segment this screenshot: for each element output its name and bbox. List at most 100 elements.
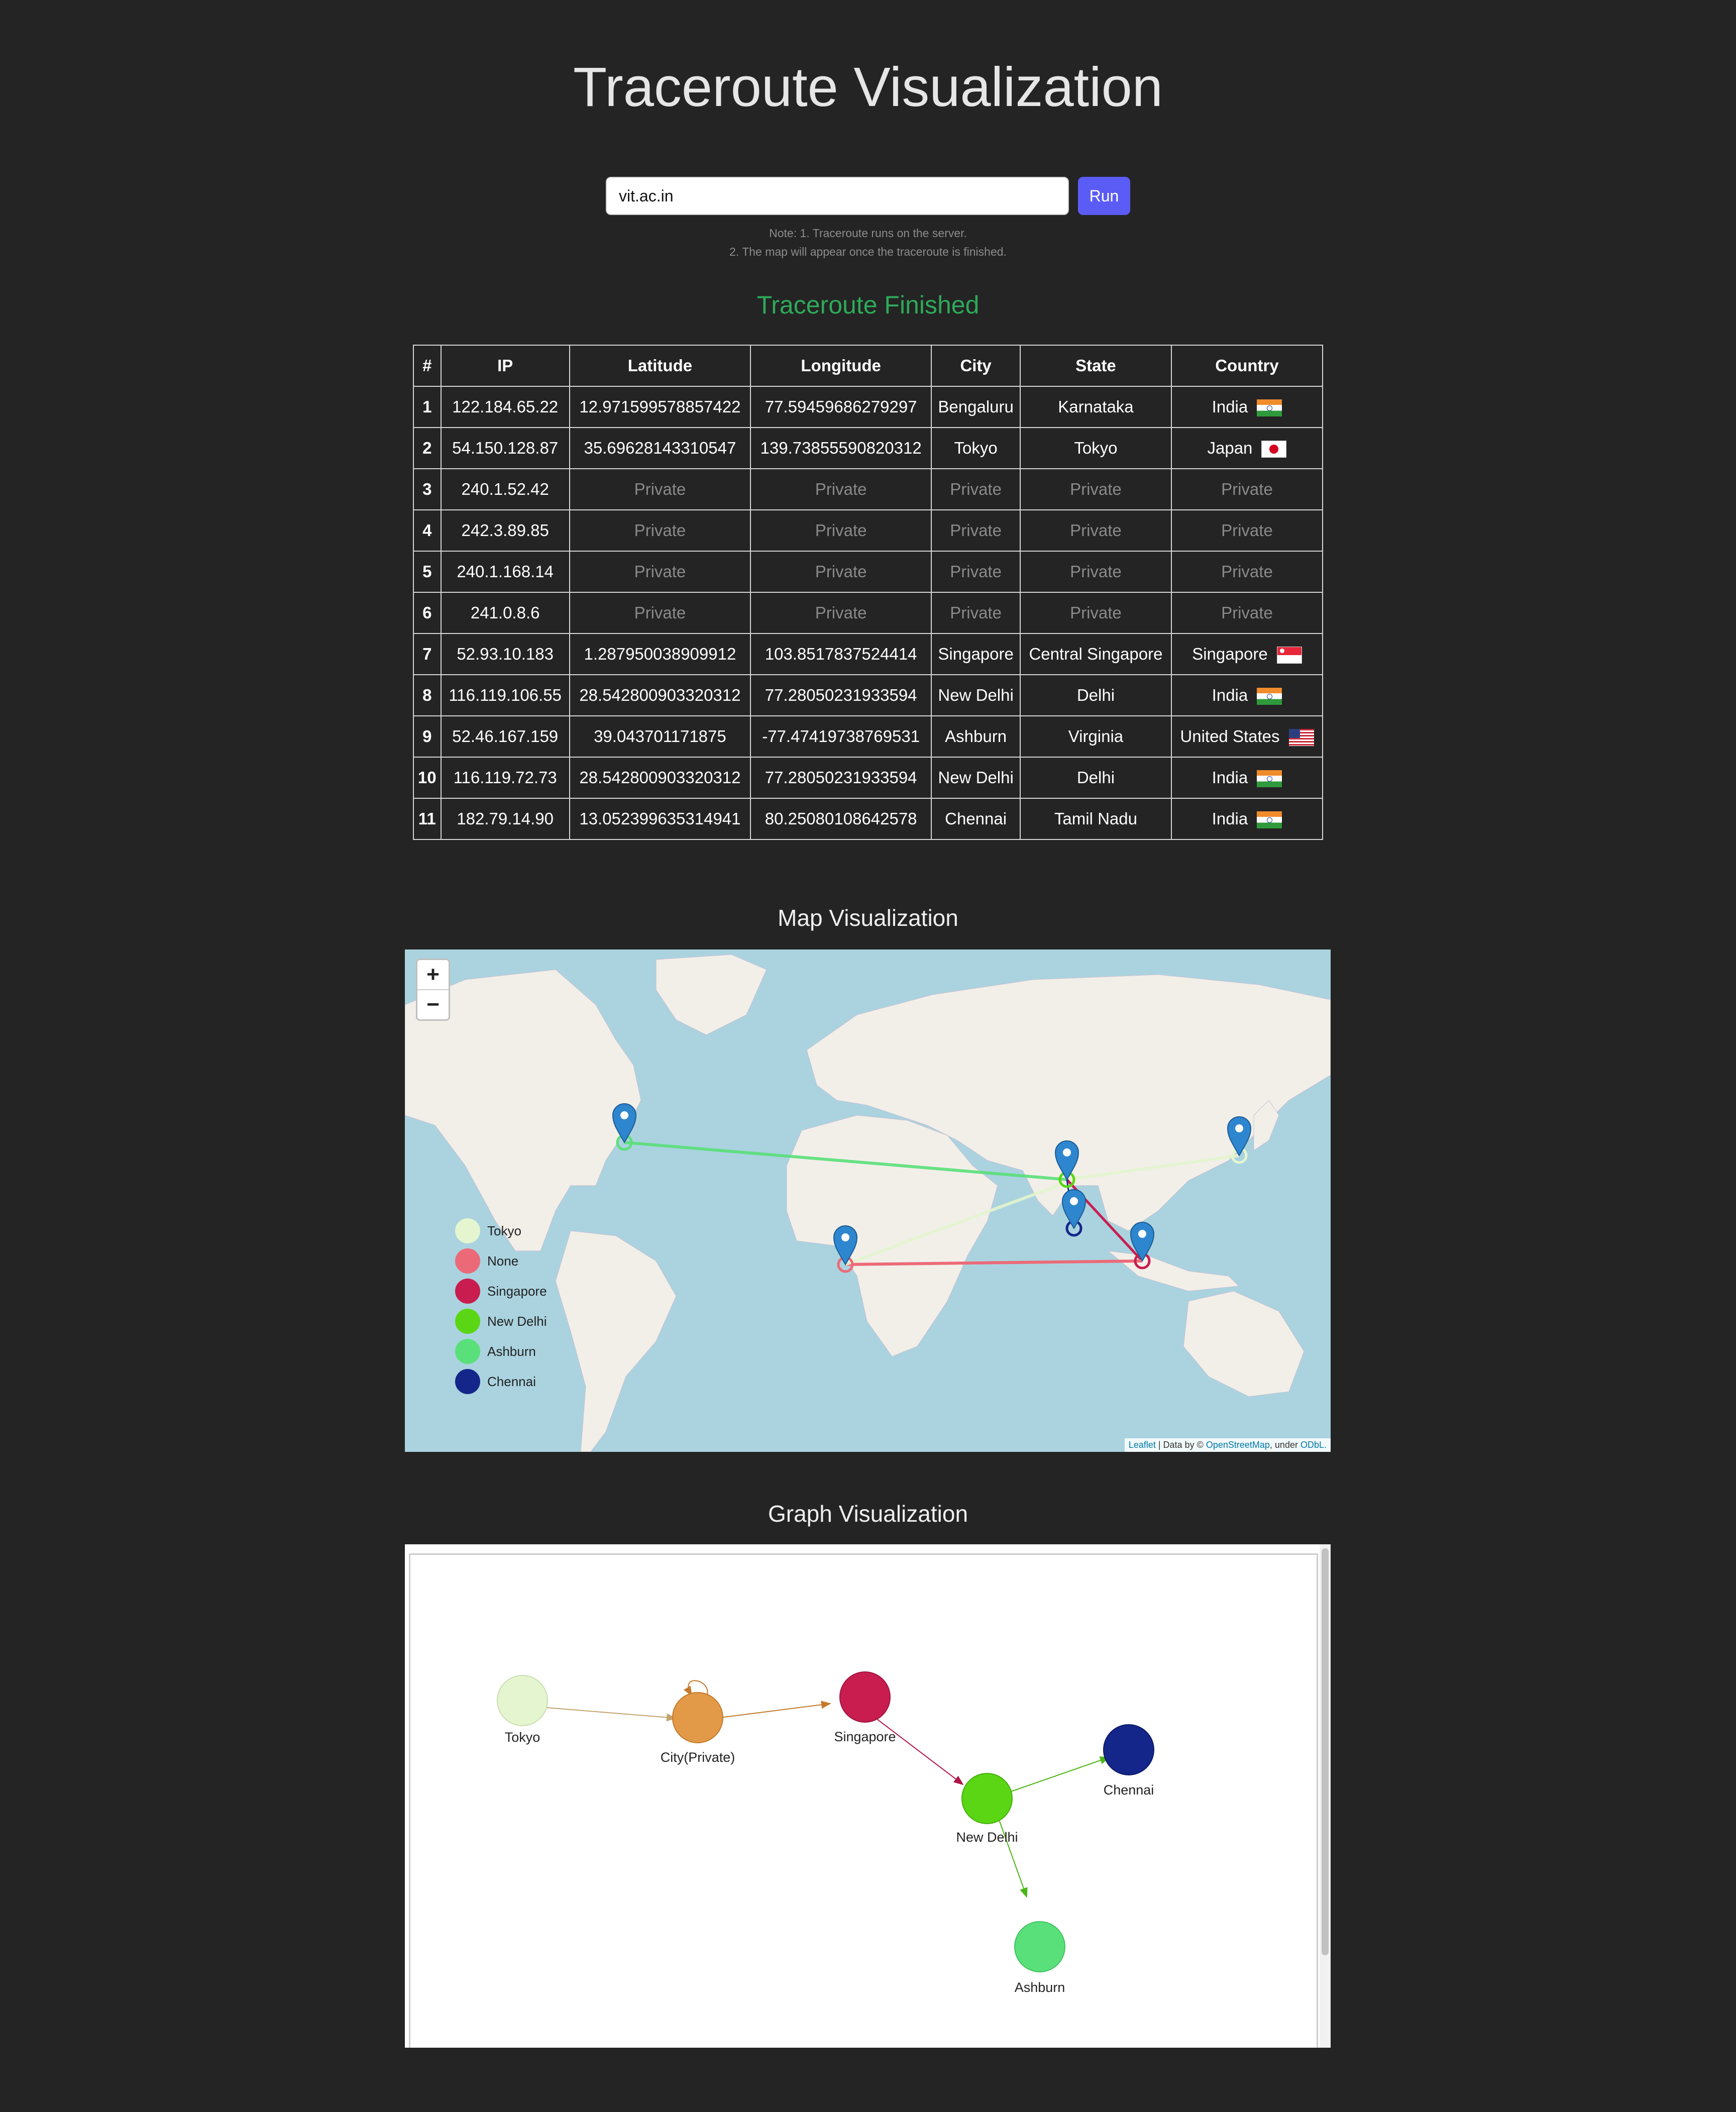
- graph-node-singapore[interactable]: [839, 1671, 891, 1723]
- graph-scrollbar[interactable]: [1320, 1544, 1331, 2048]
- graph-node-label: Chennai: [1104, 1782, 1154, 1798]
- graph-edge: [998, 1817, 1028, 1898]
- cell-longitude: Private: [750, 592, 932, 634]
- table-row: 9 52.46.167.159 39.043701171875 -77.4741…: [413, 715, 1324, 758]
- legend-label: Tokyo: [487, 1223, 521, 1238]
- osm-link[interactable]: OpenStreetMap: [1206, 1440, 1270, 1450]
- legend-item: Chennai: [455, 1366, 547, 1397]
- cell-country: Singapore: [1170, 633, 1324, 675]
- cell-latitude: Private: [569, 468, 751, 510]
- cell-ip: 241.0.8.6: [440, 592, 570, 634]
- legend-item: New Delhi: [455, 1306, 547, 1336]
- legend-item: Tokyo: [455, 1216, 547, 1246]
- odbl-link[interactable]: ODbL.: [1300, 1440, 1327, 1450]
- cell-longitude: 77.28050231933594: [750, 757, 932, 799]
- run-button[interactable]: Run: [1078, 177, 1130, 215]
- cell-ip: 52.93.10.183: [440, 633, 570, 675]
- cell-ip: 240.1.52.42: [440, 468, 570, 510]
- cell-country: India: [1170, 386, 1324, 428]
- cell-state: Delhi: [1019, 674, 1172, 716]
- cell-longitude: Private: [750, 468, 932, 510]
- zoom-out-button[interactable]: −: [417, 989, 449, 1019]
- legend-swatch: [455, 1309, 480, 1334]
- country-name: United States: [1180, 726, 1280, 746]
- leaflet-link[interactable]: Leaflet: [1129, 1440, 1156, 1450]
- cell-num: 11: [413, 798, 442, 840]
- graph-node-private[interactable]: [672, 1692, 723, 1743]
- legend-item: Singapore: [455, 1276, 547, 1306]
- cell-ip: 240.1.168.14: [440, 551, 570, 593]
- note-line-1: Note: 1. Traceroute runs on the server.: [769, 227, 967, 240]
- cell-num: 2: [413, 427, 442, 469]
- page-title: Traceroute Visualization: [573, 56, 1163, 118]
- graph-edge: [1009, 1756, 1110, 1792]
- cell-latitude: 35.69628143310547: [569, 427, 751, 469]
- graph-section-title: Graph Visualization: [768, 1501, 968, 1527]
- legend-swatch: [455, 1218, 480, 1243]
- legend-label: None: [487, 1253, 519, 1269]
- cell-city: Tokyo: [931, 427, 1021, 469]
- graph-node-tokyo[interactable]: [497, 1675, 548, 1726]
- legend-label: Chennai: [487, 1374, 536, 1389]
- graph-node-chennai[interactable]: [1103, 1724, 1154, 1775]
- table-header-row: # IP Latitude Longitude City State Count…: [413, 345, 1324, 387]
- graph-canvas[interactable]: Tokyo City(Private) Singapore New Delhi …: [409, 1553, 1318, 2048]
- cell-num: 10: [413, 757, 442, 799]
- cell-longitude: 77.59459686279297: [750, 386, 932, 428]
- graph-node-new-delhi[interactable]: [961, 1773, 1013, 1824]
- cell-longitude: 77.28050231933594: [750, 674, 932, 716]
- us-flag-icon: [1288, 729, 1314, 747]
- cell-state: Central Singapore: [1019, 633, 1172, 675]
- graph-node-label: Singapore: [834, 1729, 896, 1744]
- legend-label: New Delhi: [487, 1313, 547, 1329]
- cell-city: Chennai: [931, 798, 1021, 840]
- scrollbar-thumb[interactable]: [1322, 1548, 1329, 1955]
- cell-city: Private: [931, 468, 1021, 510]
- cell-state: Karnataka: [1019, 386, 1172, 428]
- cell-city: New Delhi: [931, 674, 1021, 716]
- cell-latitude: 1.287950038909912: [569, 633, 751, 675]
- cell-ip: 116.119.106.55: [440, 674, 570, 716]
- cell-ip: 54.150.128.87: [440, 427, 570, 469]
- cell-country: Private: [1170, 551, 1324, 593]
- attribution-text: | Data by ©: [1155, 1440, 1206, 1450]
- cell-state: Private: [1019, 551, 1172, 593]
- table-row: 5 240.1.168.14 Private Private Private P…: [413, 551, 1324, 593]
- cell-longitude: -77.47419738769531: [750, 715, 932, 758]
- cell-city: Singapore: [931, 633, 1021, 675]
- cell-country: India: [1170, 757, 1324, 799]
- cell-num: 8: [413, 674, 442, 716]
- map-view[interactable]: + − Tokyo None Singapore New Delhi Ashbu…: [405, 949, 1331, 1452]
- map-legend: Tokyo None Singapore New Delhi Ashburn C…: [455, 1216, 547, 1397]
- cell-city: Ashburn: [931, 715, 1021, 758]
- cell-ip: 242.3.89.85: [440, 509, 570, 552]
- graph-node-label: Ashburn: [1015, 1980, 1065, 1995]
- legend-label: Ashburn: [487, 1343, 536, 1359]
- japan-flag-icon: [1261, 441, 1287, 458]
- map-section-title: Map Visualization: [778, 905, 958, 931]
- zoom-in-button[interactable]: +: [417, 960, 449, 989]
- column-header-country: Country: [1170, 345, 1324, 387]
- table-row: 3 240.1.52.42 Private Private Private Pr…: [413, 468, 1324, 510]
- legend-item: None: [455, 1246, 547, 1276]
- cell-latitude: 28.542800903320312: [569, 674, 751, 716]
- graph-node-ashburn[interactable]: [1014, 1921, 1065, 1972]
- country-name: Singapore: [1192, 644, 1268, 663]
- cell-state: Virginia: [1019, 715, 1172, 758]
- table-row: 4 242.3.89.85 Private Private Private Pr…: [413, 509, 1324, 552]
- legend-swatch: [455, 1339, 480, 1364]
- cell-country: United States: [1170, 715, 1324, 758]
- table-row: 1 122.184.65.22 12.971599578857422 77.59…: [413, 386, 1324, 428]
- column-header-city: City: [931, 345, 1021, 387]
- cell-country: Private: [1170, 468, 1324, 510]
- cell-ip: 116.119.72.73: [440, 757, 570, 799]
- india-flag-icon: [1257, 399, 1282, 417]
- cell-city: Bengaluru: [931, 386, 1021, 428]
- cell-longitude: Private: [750, 551, 932, 593]
- table-row: 10 116.119.72.73 28.542800903320312 77.2…: [413, 757, 1324, 799]
- cell-num: 1: [413, 386, 442, 428]
- cell-latitude: Private: [569, 551, 751, 593]
- host-input[interactable]: [606, 177, 1069, 215]
- graph-node-label: New Delhi: [956, 1830, 1018, 1845]
- cell-latitude: 39.043701171875: [569, 715, 751, 758]
